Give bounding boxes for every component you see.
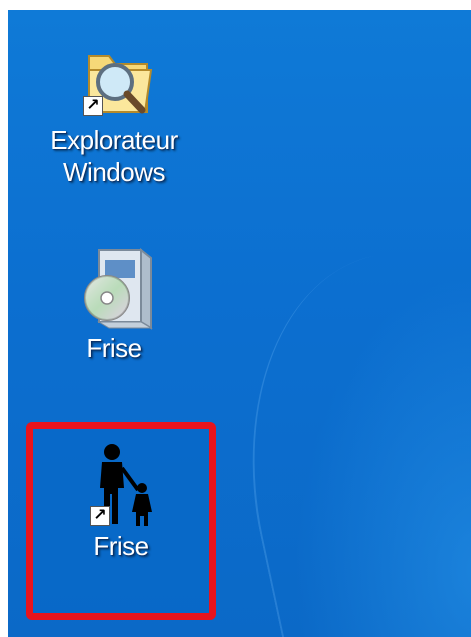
folder-search-icon: ↗ — [69, 38, 159, 124]
desktop-icon-frise-installer[interactable]: Frise — [14, 242, 214, 364]
icon-label-line1: Explorateur — [50, 125, 178, 155]
desktop-background: ↗ Explorateur Windows Frise ↗ Frise — [8, 10, 471, 637]
shortcut-arrow-icon: ↗ — [83, 96, 103, 116]
desktop-icon-frise-shortcut[interactable]: ↗ Frise — [21, 438, 221, 562]
software-box-cd-icon — [69, 242, 159, 332]
parent-child-icon: ↗ — [76, 438, 166, 530]
shortcut-arrow-icon: ↗ — [90, 506, 110, 526]
desktop-icon-explorateur-windows[interactable]: ↗ Explorateur Windows — [14, 38, 214, 188]
icon-label: Frise — [86, 333, 142, 363]
icon-label-line2: Windows — [63, 157, 165, 187]
icon-label: Frise — [93, 531, 149, 561]
